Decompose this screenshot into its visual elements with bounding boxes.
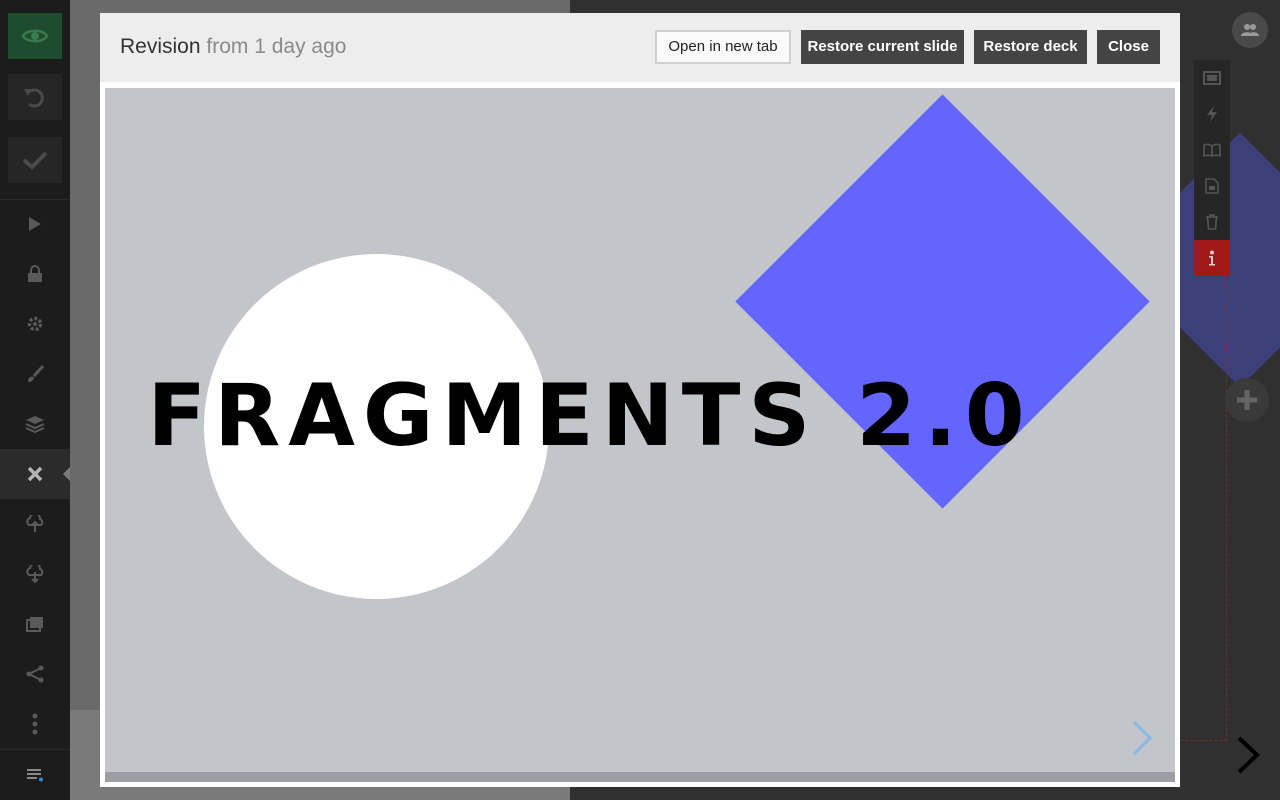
import-icon <box>1205 178 1219 194</box>
sidebar-item-export[interactable] <box>0 499 70 549</box>
sidebar-item-media[interactable] <box>0 599 70 649</box>
trash-icon <box>1206 214 1218 230</box>
info-icon <box>1209 250 1215 266</box>
sidebar-item-share[interactable] <box>0 649 70 699</box>
menu-icon <box>27 769 43 782</box>
next-slide-button[interactable] <box>1228 730 1268 780</box>
gear-icon <box>27 316 43 332</box>
slide-import-button[interactable] <box>1194 168 1230 204</box>
modal-title-label: Revision <box>120 35 201 58</box>
modal-header: Revision from 1 day ago Open in new tab … <box>100 13 1180 82</box>
undo-button[interactable] <box>8 74 62 120</box>
cloud-upload-icon <box>26 515 44 532</box>
revision-preview: FRAGMENTS 2.0 <box>105 88 1175 782</box>
sidebar-item-lock[interactable] <box>0 249 70 299</box>
sidebar-item-present[interactable] <box>0 199 70 249</box>
slide-delete-button[interactable] <box>1194 204 1230 240</box>
add-slide-button[interactable] <box>1225 378 1269 422</box>
chevron-right-icon <box>1132 720 1153 756</box>
sidebar-item-import[interactable] <box>0 549 70 599</box>
lock-icon <box>28 265 42 282</box>
sidebar-item-style[interactable] <box>0 349 70 399</box>
undo-icon <box>24 88 44 108</box>
check-icon <box>22 151 48 170</box>
restore-current-slide-button[interactable]: Restore current slide <box>801 30 964 64</box>
modal-title: Revision from 1 day ago <box>120 13 346 82</box>
save-button[interactable] <box>8 137 62 183</box>
brush-icon <box>28 365 44 382</box>
editor-sidebar <box>0 0 70 800</box>
close-button[interactable]: Close <box>1097 30 1160 64</box>
bolt-icon <box>1207 106 1217 122</box>
revision-modal: Revision from 1 day ago Open in new tab … <box>100 13 1180 787</box>
sidebar-item-menu[interactable] <box>0 750 70 800</box>
slide-info-button[interactable] <box>1194 240 1230 276</box>
image-icon <box>26 617 43 632</box>
close-icon <box>27 466 43 482</box>
slide-notes-button[interactable] <box>1194 132 1230 168</box>
slide-options-button[interactable] <box>1194 60 1230 96</box>
chevron-right-icon <box>1237 736 1260 774</box>
book-icon <box>1203 143 1221 157</box>
modal-title-timestamp: from 1 day ago <box>206 35 347 58</box>
slide-icon <box>1203 71 1221 85</box>
sidebar-item-more[interactable] <box>0 699 70 749</box>
preview-button[interactable] <box>8 13 62 59</box>
slide-title: FRAGMENTS 2.0 <box>147 366 1033 466</box>
preview-progress-bar <box>105 772 1175 782</box>
share-icon <box>26 665 44 683</box>
sidebar-item-settings[interactable] <box>0 299 70 349</box>
cloud-download-icon <box>26 565 44 583</box>
slide-animate-button[interactable] <box>1194 96 1230 132</box>
preview-next-button[interactable] <box>1127 713 1157 763</box>
collaborators-button[interactable] <box>1232 12 1268 48</box>
eye-icon <box>22 29 48 43</box>
users-icon <box>1241 24 1259 36</box>
open-in-new-tab-button[interactable]: Open in new tab <box>655 30 791 64</box>
slide-toolbar <box>1194 60 1230 276</box>
sidebar-item-revisions[interactable] <box>0 449 70 499</box>
play-icon <box>29 217 41 231</box>
more-icon <box>32 713 38 735</box>
restore-deck-button[interactable]: Restore deck <box>974 30 1087 64</box>
sidebar-item-layers[interactable] <box>0 399 70 449</box>
plus-icon <box>1237 390 1257 410</box>
layers-icon <box>25 416 45 433</box>
